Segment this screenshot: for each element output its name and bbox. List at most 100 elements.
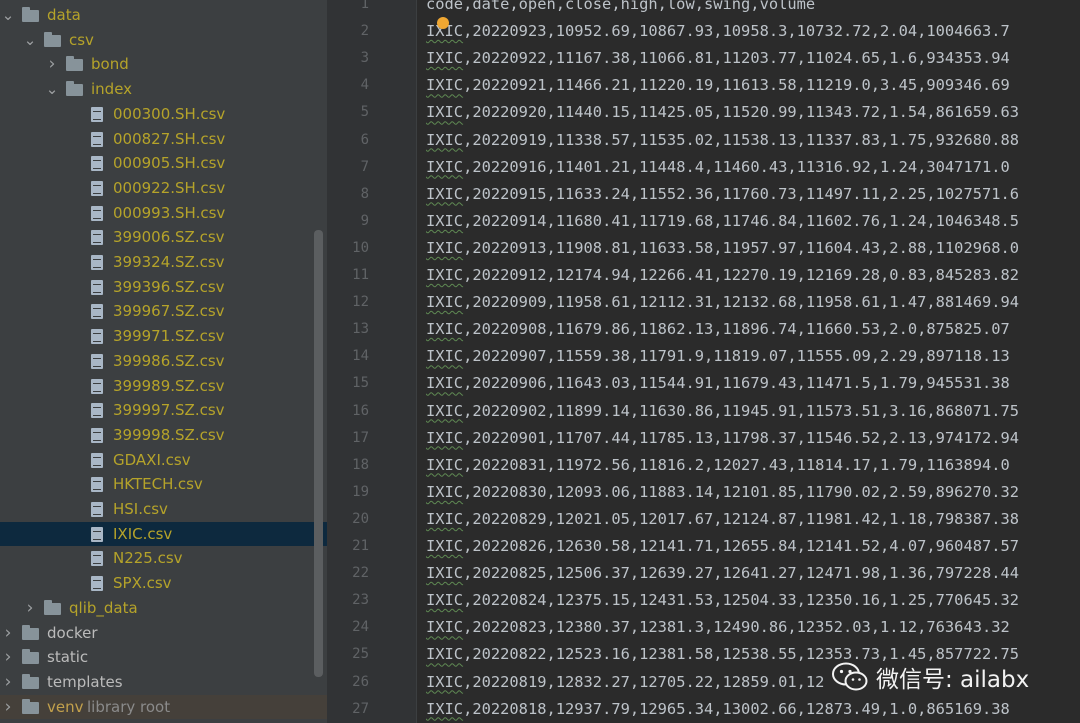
tree-item-label: 000993.SH.csv (113, 203, 226, 222)
tree-item-399986-sz-csv[interactable]: 399986.SZ.csv (0, 349, 327, 374)
csv-data-line[interactable]: IXIC,20220829,12021.05,12017.67,12124.87… (426, 506, 1019, 533)
csv-data-line[interactable]: IXIC,20220913,11908.81,11633.58,11957.97… (426, 235, 1019, 262)
line-number: 21 (352, 538, 369, 554)
csv-data-line[interactable]: IXIC,20220922,11167.38,11066.81,11203.77… (426, 45, 1010, 72)
tree-item-n225-csv[interactable]: N225.csv (0, 546, 327, 571)
tree-item-label: 399997.SZ.csv (113, 401, 225, 420)
index-code-token: IXIC (426, 401, 464, 420)
index-code-token: IXIC (426, 157, 464, 176)
tree-item-000922-sh-csv[interactable]: 000922.SH.csv (0, 176, 327, 201)
tree-item-label: venv (47, 697, 84, 716)
tree-item-templates[interactable]: › templates (0, 670, 327, 695)
csv-data-line[interactable]: IXIC,20220907,11559.38,11791.9,11819.07,… (426, 343, 1010, 370)
csv-data-line[interactable]: IXIC,20220831,11972.56,11816.2,12027.43,… (426, 452, 1010, 479)
project-tree-panel: ⌄ data ⌄ csv › bond ⌄ index 000300.SH.csv 000827.… (0, 0, 327, 723)
tree-item-ixic-csv[interactable]: IXIC.csv (0, 521, 327, 547)
csv-data-line[interactable]: IXIC,20220830,12093.06,11883.14,12101.85… (426, 479, 1019, 506)
row-values: ,20220909,11958.61,12112.31,12132.68,119… (463, 293, 1020, 312)
tree-scrollbar[interactable] (314, 230, 323, 677)
tree-item-000300-sh-csv[interactable]: 000300.SH.csv (0, 102, 327, 127)
csv-data-line[interactable]: IXIC,20220919,11338.57,11535.02,11538.13… (426, 127, 1019, 154)
tree-item-label: IXIC.csv (113, 524, 173, 543)
csv-data-line[interactable]: IXIC,20220906,11643.03,11544.91,11679.43… (426, 370, 1010, 397)
csv-data-line[interactable]: IXIC,20220908,11679.86,11862.13,11896.74… (426, 316, 1010, 343)
code-editor[interactable]: code,date,open,close,high,low,swing,volu… (417, 0, 1080, 723)
tree-item-bond[interactable]: › bond (0, 52, 327, 77)
tree-item-000905-sh-csv[interactable]: 000905.SH.csv (0, 151, 327, 176)
csv-data-line[interactable]: IXIC,20220901,11707.44,11785.13,11798.37… (426, 425, 1019, 452)
tree-item-label: N225.csv (113, 549, 183, 568)
tree-item-data[interactable]: ⌄ data (0, 3, 327, 28)
tree-item-399997-sz-csv[interactable]: 399997.SZ.csv (0, 398, 327, 423)
csv-data-line[interactable]: IXIC,20220823,12380.37,12381.3,12490.86,… (426, 614, 1010, 641)
tree-item-000827-sh-csv[interactable]: 000827.SH.csv (0, 127, 327, 152)
row-values: ,20220830,12093.06,11883.14,12101.85,117… (463, 482, 1020, 501)
tree-item-label: HKTECH.csv (113, 475, 203, 494)
csv-data-line[interactable]: IXIC,20220824,12375.15,12431.53,12504.33… (426, 587, 1019, 614)
csv-data-line[interactable]: IXIC,20220920,11440.15,11425.05,11520.99… (426, 99, 1019, 126)
chevron-right-icon[interactable]: › (45, 52, 59, 77)
tree-item-label: static (47, 648, 89, 667)
chevron-right-icon[interactable]: › (1, 621, 15, 646)
intention-bulb-icon[interactable] (437, 17, 449, 29)
tree-item-399989-sz-csv[interactable]: 399989.SZ.csv (0, 374, 327, 399)
tree-item-label: csv (69, 30, 94, 49)
tree-item-399998-sz-csv[interactable]: 399998.SZ.csv (0, 423, 327, 448)
chevron-down-icon[interactable]: ⌄ (1, 3, 15, 28)
tree-item-qlib-data[interactable]: › qlib_data (0, 596, 327, 621)
csv-data-line[interactable]: IXIC,20220902,11899.14,11630.86,11945.91… (426, 398, 1019, 425)
tree-item-000993-sh-csv[interactable]: 000993.SH.csv (0, 201, 327, 226)
csv-data-line[interactable]: IXIC,20220921,11466.21,11220.19,11613.58… (426, 72, 1010, 99)
chevron-right-icon[interactable]: › (1, 645, 15, 670)
csv-data-line[interactable]: IXIC,20220914,11680.41,11719.68,11746.84… (426, 208, 1019, 235)
line-number: 25 (352, 646, 369, 663)
tree-item-399396-sz-csv[interactable]: 399396.SZ.csv (0, 275, 327, 300)
folder-icon (22, 698, 39, 714)
tree-item-venv[interactable]: › venv library root (0, 694, 327, 720)
library-root-label: library root (87, 697, 171, 716)
index-code-token: IXIC (426, 591, 464, 610)
tree-item-gdaxi-csv[interactable]: GDAXI.csv (0, 448, 327, 473)
chevron-down-icon[interactable]: ⌄ (23, 28, 37, 53)
csv-data-line[interactable]: IXIC,20220912,12174.94,12266.41,12270.19… (426, 262, 1019, 289)
csv-data-line[interactable]: IXIC,20220825,12506.37,12639.27,12641.27… (426, 560, 1019, 587)
csv-data-line[interactable]: IXIC,20220915,11633.24,11552.36,11760.73… (426, 181, 1019, 208)
tree-item-label: 000827.SH.csv (113, 129, 226, 148)
tree-item-hsi-csv[interactable]: HSI.csv (0, 497, 327, 522)
chevron-down-icon[interactable]: ⌄ (45, 77, 59, 102)
tree-item-399967-sz-csv[interactable]: 399967.SZ.csv (0, 299, 327, 324)
tree-item-399324-sz-csv[interactable]: 399324.SZ.csv (0, 250, 327, 275)
row-values: ,20220914,11680.41,11719.68,11746.84,116… (463, 211, 1020, 230)
tree-item-static[interactable]: › static (0, 645, 327, 670)
line-number: 1 (360, 0, 369, 12)
tree-item-spx-csv[interactable]: SPX.csv (0, 571, 327, 596)
line-number: 6 (360, 131, 369, 148)
tree-item-399971-sz-csv[interactable]: 399971.SZ.csv (0, 324, 327, 349)
tree-item-399006-sz-csv[interactable]: 399006.SZ.csv (0, 225, 327, 250)
tree-item-hktech-csv[interactable]: HKTECH.csv (0, 472, 327, 497)
csv-file-icon (91, 106, 103, 122)
row-values: ,20220818,12937.79,12965.34,13002.66,128… (463, 699, 1010, 718)
chevron-right-icon[interactable]: › (23, 596, 37, 621)
csv-data-line[interactable]: IXIC,20220818,12937.79,12965.34,13002.66… (426, 696, 1010, 723)
csv-file-icon (91, 477, 103, 493)
row-values: ,20220921,11466.21,11220.19,11613.58,112… (463, 76, 1010, 95)
index-code-token: IXIC (426, 266, 464, 284)
tree-item-csv[interactable]: ⌄ csv (0, 28, 327, 53)
csv-header-line[interactable]: code,date,open,close,high,low,swing,volu… (426, 0, 815, 18)
line-number: 24 (352, 619, 369, 636)
tree-item-index[interactable]: ⌄ index (0, 77, 327, 102)
csv-file-icon (91, 279, 103, 295)
row-values: ,20220823,12380.37,12381.3,12490.86,1235… (463, 618, 1010, 637)
chevron-right-icon[interactable]: › (1, 670, 15, 695)
csv-data-line[interactable]: IXIC,20220916,11401.21,11448.4,11460.43,… (426, 154, 1010, 181)
csv-data-line[interactable]: IXIC,20220923,10952.69,10867.93,10958.3,… (426, 18, 1010, 45)
chevron-right-icon[interactable]: › (1, 695, 15, 720)
csv-data-line[interactable]: IXIC,20220826,12630.58,12141.71,12655.84… (426, 533, 1019, 560)
folder-icon (66, 81, 83, 97)
tree-item-docker[interactable]: › docker (0, 621, 327, 646)
csv-file-icon (91, 452, 103, 468)
csv-data-line[interactable]: IXIC,20220819,12832.27,12705.22,12859.01… (426, 669, 824, 696)
csv-data-line[interactable]: IXIC,20220909,11958.61,12112.31,12132.68… (426, 289, 1019, 316)
index-code-token: IXIC (426, 211, 464, 230)
